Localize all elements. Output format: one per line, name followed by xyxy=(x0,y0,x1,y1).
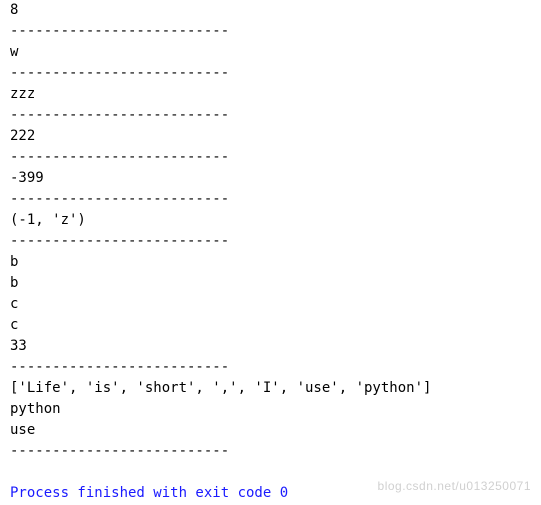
watermark: blog.csdn.net/u013250071 xyxy=(378,477,531,495)
output-line: (-1, 'z') xyxy=(10,210,531,231)
output-line: b xyxy=(10,273,531,294)
output-line: use xyxy=(10,420,531,441)
output-line: 8 xyxy=(10,0,531,21)
output-line: zzz xyxy=(10,84,531,105)
output-line: 222 xyxy=(10,126,531,147)
output-line: -------------------------- xyxy=(10,63,531,84)
output-line: -------------------------- xyxy=(10,189,531,210)
output-line: -------------------------- xyxy=(10,105,531,126)
console-output: 8 -------------------------- w ---------… xyxy=(0,0,541,504)
output-line: -399 xyxy=(10,168,531,189)
output-line: c xyxy=(10,294,531,315)
output-line: b xyxy=(10,252,531,273)
output-line: python xyxy=(10,399,531,420)
output-line: -------------------------- xyxy=(10,231,531,252)
output-line: -------------------------- xyxy=(10,21,531,42)
output-line: -------------------------- xyxy=(10,147,531,168)
output-line: w xyxy=(10,42,531,63)
output-line: ['Life', 'is', 'short', ',', 'I', 'use',… xyxy=(10,378,531,399)
output-line: 33 xyxy=(10,336,531,357)
output-line: -------------------------- xyxy=(10,357,531,378)
output-line: -------------------------- xyxy=(10,441,531,462)
output-line: c xyxy=(10,315,531,336)
